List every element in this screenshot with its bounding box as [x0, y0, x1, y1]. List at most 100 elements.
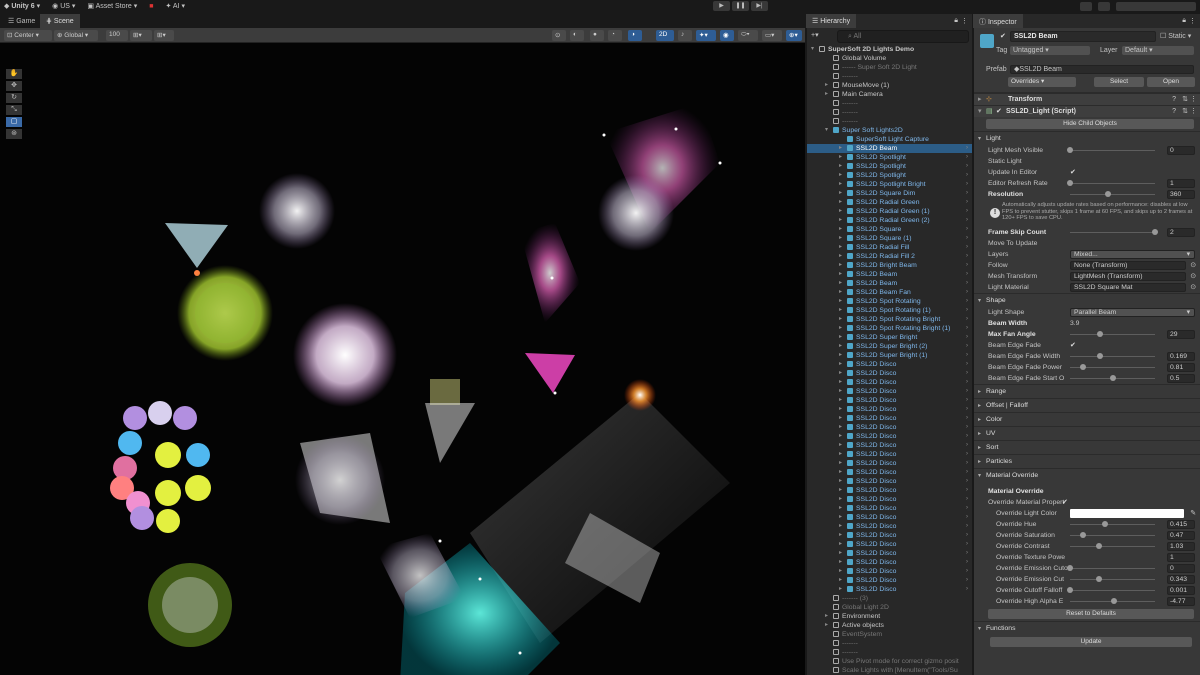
select-button[interactable]: Select — [1094, 77, 1144, 87]
expand-arrow-icon[interactable]: ▸ — [839, 342, 842, 351]
open-prefab-icon[interactable]: › — [966, 144, 968, 153]
hierarchy-row[interactable]: ▸ SSL2D Disco › — [807, 531, 972, 540]
hierarchy-row[interactable]: ▸ SSL2D Spotlight › — [807, 153, 972, 162]
add-icon[interactable]: +▾ — [811, 31, 819, 39]
hierarchy-row[interactable]: ▸ SSL2D Disco › — [807, 477, 972, 486]
resolution-slider[interactable] — [1070, 191, 1155, 197]
open-prefab-icon[interactable]: › — [966, 297, 968, 306]
override-high-alpha-value[interactable]: -4.77 — [1167, 597, 1195, 606]
camera-icon[interactable]: ⬭▾ — [738, 30, 758, 41]
layer-dropdown[interactable]: Default ▾ — [1122, 46, 1194, 55]
expand-arrow-icon[interactable]: ▸ — [839, 378, 842, 387]
slider-handle[interactable] — [1105, 191, 1112, 197]
overrides-dropdown[interactable]: Overrides ▾ — [1008, 77, 1076, 87]
sort-section[interactable]: ▸ Sort — [974, 440, 1200, 454]
expand-arrow-icon[interactable]: ▸ — [839, 333, 842, 342]
hierarchy-row[interactable]: ▸ SSL2D Disco › — [807, 369, 972, 378]
hierarchy-row[interactable]: Global Volume — [807, 54, 972, 63]
editor-refresh-rate-value[interactable]: 1 — [1167, 179, 1195, 188]
open-prefab-icon[interactable]: › — [966, 495, 968, 504]
shading-icon[interactable]: ● — [590, 30, 604, 41]
active-checkbox[interactable]: ✔ — [1000, 32, 1006, 40]
slider-handle[interactable] — [1102, 521, 1109, 527]
hierarchy-row[interactable]: ------- — [807, 639, 972, 648]
hierarchy-row[interactable]: SuperSoft Light Capture — [807, 135, 972, 144]
grid-visibility-icon[interactable]: ⊞▾ — [154, 30, 174, 41]
hierarchy-row[interactable]: ▸ SSL2D Disco › — [807, 432, 972, 441]
open-prefab-icon[interactable]: › — [966, 342, 968, 351]
expand-arrow-icon[interactable]: ▸ — [839, 495, 842, 504]
expand-arrow-icon[interactable]: ▸ — [839, 477, 842, 486]
hierarchy-row[interactable]: EventSystem — [807, 630, 972, 639]
hierarchy-row[interactable]: ▸ SSL2D Disco › — [807, 396, 972, 405]
color-section[interactable]: ▸ Color — [974, 412, 1200, 426]
hierarchy-row[interactable]: ▸ SSL2D Disco › — [807, 513, 972, 522]
open-prefab-icon[interactable]: › — [966, 207, 968, 216]
transform-tool-icon[interactable]: ⊛ — [6, 129, 22, 139]
hierarchy-row[interactable]: ▸ SSL2D Spotlight › — [807, 162, 972, 171]
expand-arrow-icon[interactable]: ▸ — [839, 306, 842, 315]
hierarchy-row[interactable]: ▸ SSL2D Spotlight › — [807, 171, 972, 180]
expand-arrow-icon[interactable]: ▸ — [839, 261, 842, 270]
open-prefab-icon[interactable]: › — [966, 162, 968, 171]
hierarchy-row[interactable]: ------- — [807, 99, 972, 108]
tools-icon[interactable]: ▭▾ — [762, 30, 782, 41]
hierarchy-row[interactable]: ▸ SSL2D Spot Rotating (1) › — [807, 306, 972, 315]
expand-arrow-icon[interactable]: ▸ — [825, 90, 828, 99]
mesh-transform-field[interactable]: LightMesh (Transform) — [1070, 272, 1186, 281]
hierarchy-row[interactable]: ▸ Environment — [807, 612, 972, 621]
layers[interactable]: Layers Mixed... ▾ — [974, 249, 1200, 260]
update-in-editor[interactable]: Update In Editor ✔ — [974, 167, 1200, 178]
wireframe-icon[interactable]: ◔ — [608, 30, 622, 41]
resolution[interactable]: Resolution 360 — [974, 189, 1200, 200]
hierarchy-row[interactable]: ▸ SSL2D Radial Green › — [807, 198, 972, 207]
expand-arrow-icon[interactable]: ▸ — [839, 432, 842, 441]
override-emission-cut-value[interactable]: 0.343 — [1167, 575, 1195, 584]
tab-inspector[interactable]: ⓘ Inspector — [973, 14, 1023, 28]
open-prefab-icon[interactable]: › — [966, 360, 968, 369]
open-prefab-icon[interactable]: › — [966, 513, 968, 522]
expand-arrow-icon[interactable]: ▸ — [839, 396, 842, 405]
open-button[interactable]: Open — [1147, 77, 1195, 87]
object-picker-icon[interactable]: ⊙ — [1190, 282, 1196, 293]
slider-handle[interactable] — [1067, 587, 1073, 593]
expand-arrow-icon[interactable]: ▸ — [839, 324, 842, 333]
expand-arrow-icon[interactable]: ▸ — [839, 540, 842, 549]
open-prefab-icon[interactable]: › — [966, 450, 968, 459]
scale-tool-icon[interactable]: ⤡ — [6, 105, 22, 115]
override-high-alpha-slider[interactable] — [1070, 598, 1155, 604]
max-fan-angle[interactable]: Max Fan Angle 29 — [974, 329, 1200, 340]
hide-child-objects-button[interactable]: Hide Child Objects — [986, 119, 1194, 129]
hierarchy-search-input[interactable]: ⌕ All — [837, 30, 969, 43]
open-prefab-icon[interactable]: › — [966, 432, 968, 441]
hierarchy-row[interactable]: ▸ SSL2D Disco › — [807, 540, 972, 549]
override-emission-cutoff[interactable]: Override Emission Cuto 0 — [974, 563, 1200, 574]
hierarchy-row[interactable]: ▸ SSL2D Disco › — [807, 414, 972, 423]
max-fan-angle-slider[interactable] — [1070, 331, 1155, 337]
slider-handle[interactable] — [1096, 576, 1103, 582]
hierarchy-row[interactable]: ▸ SSL2D Disco › — [807, 576, 972, 585]
asset-store-menu[interactable]: ▣ Asset Store ▾ — [87, 2, 137, 10]
beam-edge-fade-power-slider[interactable] — [1070, 364, 1155, 370]
open-prefab-icon[interactable]: › — [966, 522, 968, 531]
expand-arrow-icon[interactable]: ▸ — [839, 171, 842, 180]
hierarchy-row[interactable]: ▸ MouseMove (1) — [807, 81, 972, 90]
expand-arrow-icon[interactable]: ▸ — [839, 441, 842, 450]
override-material-properties-checkbox[interactable]: ✔ — [1062, 497, 1068, 508]
expand-arrow-icon[interactable]: ▸ — [839, 252, 842, 261]
open-prefab-icon[interactable]: › — [966, 477, 968, 486]
update-in-editor-checkbox[interactable]: ✔ — [1070, 167, 1076, 178]
frame-skip-count-value[interactable]: 2 — [1167, 228, 1195, 237]
beam-edge-fade-checkbox[interactable]: ✔ — [1070, 340, 1076, 351]
ai-menu[interactable]: ✦ AI ▾ — [165, 2, 185, 10]
expand-arrow-icon[interactable]: ▸ — [839, 360, 842, 369]
lock-icon[interactable]: 🔒︎ — [954, 17, 958, 25]
open-prefab-icon[interactable]: › — [966, 252, 968, 261]
override-material-properties[interactable]: Override Material Propert ✔ — [974, 497, 1200, 508]
object-name-field[interactable]: SSL2D Beam — [1010, 31, 1156, 42]
open-prefab-icon[interactable]: › — [966, 153, 968, 162]
material-override-section[interactable]: ▾ Material Override — [974, 468, 1200, 482]
scene-view[interactable]: ✋ ✥ ↻ ⤡ ▢ ⊛ — [0, 43, 805, 675]
expand-arrow-icon[interactable]: ▸ — [839, 486, 842, 495]
slider-handle[interactable] — [1067, 147, 1073, 153]
